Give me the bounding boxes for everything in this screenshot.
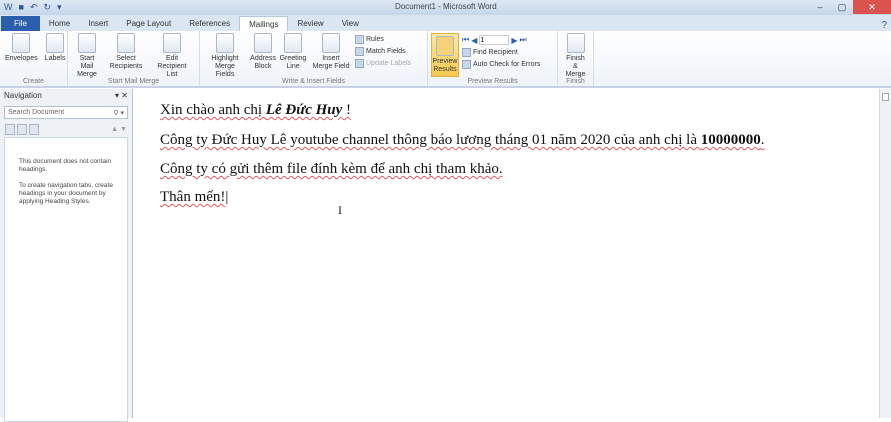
ribbon-tabs: File Home Insert Page Layout References … [0, 15, 891, 31]
doc-line-1: Xin chào anh chị Lê Đức Huy ! [160, 102, 352, 118]
title-bar: W ■ ↶ ↻ ▾ Document1 - Microsoft Word – ▢… [0, 0, 891, 15]
navigation-pane: Navigation ▾ ✕ Search Document ⚲ ▾ ▲ ▼ Thi… [0, 89, 133, 422]
preview-results-button[interactable]: Preview Results [431, 33, 459, 77]
tab-references[interactable]: References [180, 16, 239, 31]
record-number-input[interactable] [479, 35, 510, 45]
auto-check-errors-button[interactable]: Auto Check for Errors [462, 60, 540, 69]
maximize-button[interactable]: ▢ [831, 0, 853, 14]
group-finish: Finish & Merge Finish [558, 31, 594, 86]
search-icon[interactable]: ⚲ ▾ [113, 109, 124, 117]
next-icon[interactable]: ▼ [120, 126, 127, 133]
search-document-input[interactable]: Search Document ⚲ ▾ [4, 106, 128, 119]
rules-icon [355, 35, 364, 44]
update-labels-button[interactable]: Update Labels [355, 59, 411, 68]
last-record-icon[interactable]: ⏭ [520, 35, 527, 45]
update-icon [355, 59, 364, 68]
tab-mailings[interactable]: Mailings [239, 16, 289, 31]
recipients-icon [117, 33, 135, 53]
doc-line-2: Công ty Đức Huy Lê youtube channel thông… [160, 132, 765, 148]
previous-icon[interactable]: ▲ [111, 126, 118, 133]
labels-icon [46, 33, 65, 53]
group-preview-results: Preview Results ⏮◀ ▶⏭ Find Recipient Auto… [428, 31, 558, 86]
save-icon[interactable]: ■ [19, 2, 24, 13]
help-icon[interactable]: ? [881, 20, 887, 31]
vertical-scrollbar[interactable] [879, 89, 891, 418]
nav-close-icon[interactable]: ✕ [121, 91, 128, 100]
tab-review[interactable]: Review [288, 16, 332, 31]
tab-view[interactable]: View [333, 16, 368, 31]
tab-home[interactable]: Home [40, 16, 79, 31]
group-start-mail-merge: Start Mail Merge Select Recipients Edit … [68, 31, 200, 86]
doc-line-4: Thân mến!| [160, 189, 229, 205]
match-icon [355, 47, 364, 56]
highlight-icon [216, 33, 234, 53]
document-icon [78, 33, 96, 53]
nav-title: Navigation [4, 91, 42, 100]
field-icon [322, 33, 340, 53]
nav-message: This document does not contain headings.… [4, 137, 128, 422]
address-icon [254, 33, 272, 53]
first-record-icon[interactable]: ⏮ [462, 35, 469, 45]
finish-icon [566, 33, 585, 53]
document-page[interactable]: Xin chào anh chị Lê Đức Huy ! Công ty Đứ… [134, 89, 879, 418]
find-icon [462, 48, 471, 57]
group-create: Envelopes Labels Create [0, 31, 68, 86]
greeting-icon [284, 33, 302, 53]
browse-headings-tab[interactable] [5, 124, 15, 135]
word-icon: W [4, 2, 13, 12]
rules-button[interactable]: Rules [355, 35, 411, 44]
ruler-toggle-icon[interactable] [882, 93, 889, 101]
find-recipient-button[interactable]: Find Recipient [462, 48, 540, 57]
edit-list-icon [163, 33, 181, 53]
check-icon [462, 60, 471, 69]
undo-icon[interactable]: ↶ [30, 2, 38, 13]
redo-icon[interactable]: ↻ [43, 2, 51, 13]
tab-insert[interactable]: Insert [79, 16, 117, 31]
quick-access-toolbar: W ■ ↶ ↻ ▾ [4, 2, 62, 13]
envelope-icon [12, 33, 31, 53]
doc-line-3: Công ty có gửi thêm file đính kèm để anh… [160, 161, 503, 177]
next-record-icon[interactable]: ▶ [511, 36, 517, 45]
ribbon: Envelopes Labels Create Start Mail Merge… [0, 31, 891, 88]
browse-results-tab[interactable] [29, 124, 39, 135]
minimize-button[interactable]: – [809, 0, 831, 14]
group-write-insert-fields: Highlight Merge Fields Address Block Gre… [200, 31, 428, 86]
match-fields-button[interactable]: Match Fields [355, 47, 411, 56]
preview-icon [436, 36, 454, 56]
prev-record-icon[interactable]: ◀ [471, 36, 477, 45]
close-button[interactable]: ✕ [853, 0, 891, 14]
customize-icon[interactable]: ▾ [57, 2, 62, 13]
tab-page-layout[interactable]: Page Layout [117, 16, 180, 31]
window-title: Document1 - Microsoft Word [395, 2, 497, 11]
tab-file[interactable]: File [1, 16, 40, 31]
browse-pages-tab[interactable] [17, 124, 27, 135]
nav-menu-icon[interactable]: ▾ [115, 91, 119, 100]
text-cursor-icon: I [338, 203, 342, 217]
